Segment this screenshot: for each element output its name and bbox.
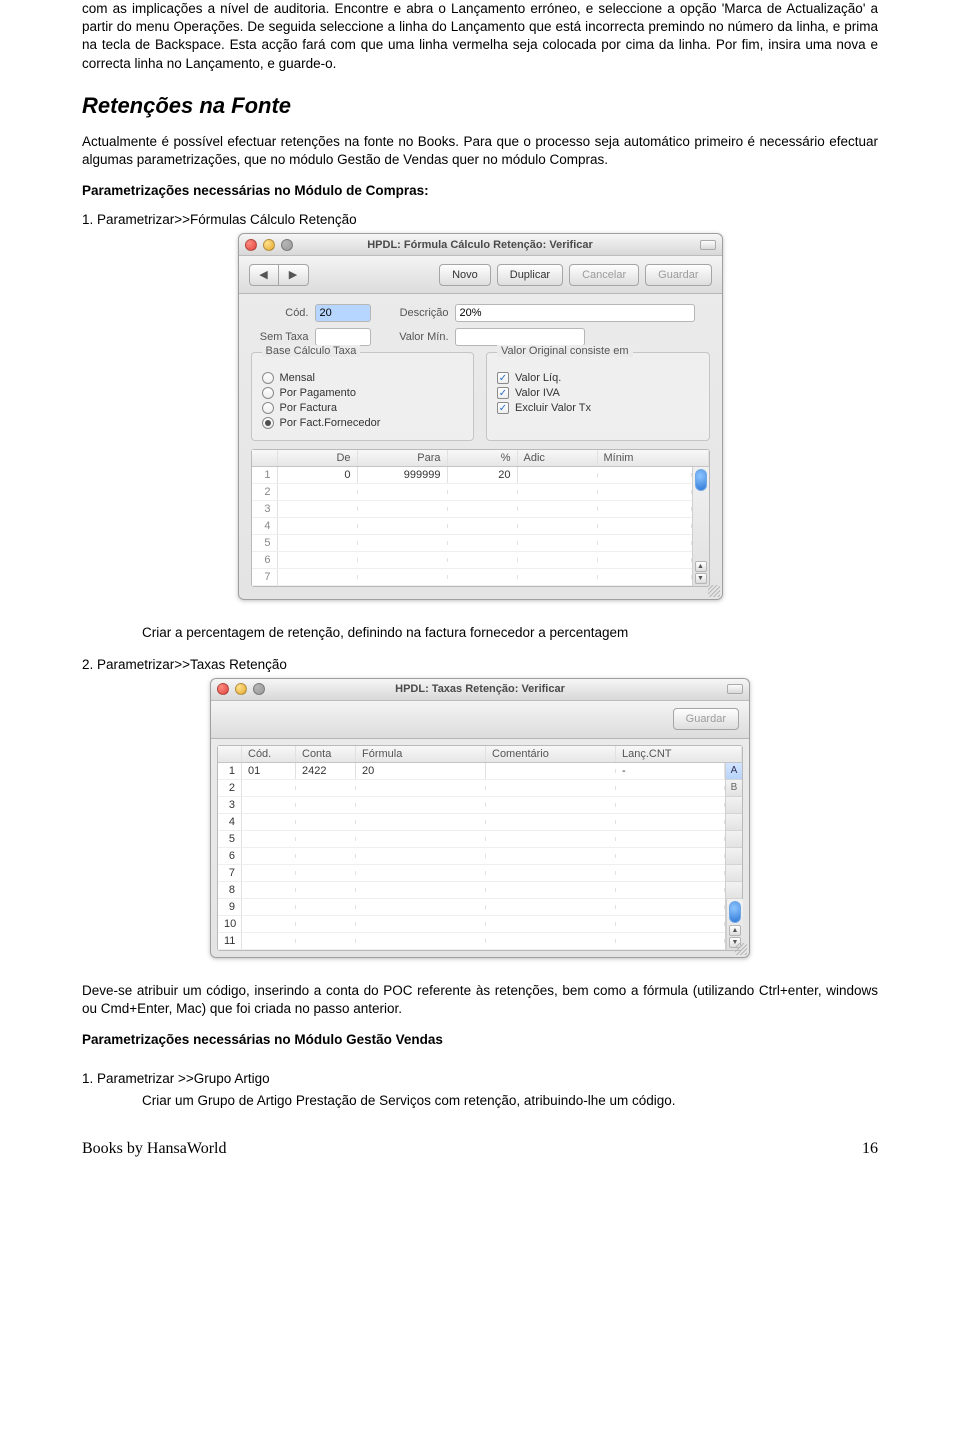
label-semtaxa: Sem Taxa: [251, 331, 309, 343]
grid-header: Cód. Conta Fórmula Comentário Lanç.CNT: [218, 746, 742, 763]
grid-row[interactable]: 4: [252, 518, 692, 535]
grid-row[interactable]: 7: [252, 569, 692, 586]
novo-button[interactable]: Novo: [439, 264, 491, 286]
titlebar[interactable]: HPDL: Fórmula Cálculo Retenção: Verifica…: [239, 234, 722, 256]
grid-row[interactable]: 2: [252, 484, 692, 501]
guardar-button[interactable]: Guardar: [645, 264, 711, 286]
resize-handle-icon[interactable]: [708, 585, 720, 597]
grid-row[interactable]: 6: [218, 848, 725, 865]
caption-1: Criar a percentagem de retenção, definin…: [142, 624, 878, 642]
scroll-up-icon[interactable]: ▲: [695, 561, 707, 572]
grid-row[interactable]: 7: [218, 865, 725, 882]
scroll-thumb[interactable]: [729, 901, 741, 923]
grid-row[interactable]: 101242220-: [218, 763, 725, 780]
window-title: HPDL: Fórmula Cálculo Retenção: Verifica…: [239, 239, 722, 251]
valormin-input[interactable]: [455, 328, 585, 346]
check-valor-iva[interactable]: ✓Valor IVA: [497, 387, 699, 399]
label-cod: Cód.: [251, 307, 309, 319]
group-valor-original: Valor Original consiste em ✓Valor Líq. ✓…: [486, 352, 710, 441]
grid-row[interactable]: 8: [218, 882, 725, 899]
grid-row[interactable]: 3: [218, 797, 725, 814]
side-column: A B ▲▼: [725, 763, 742, 950]
grid-row[interactable]: 6: [252, 552, 692, 569]
cod-input[interactable]: [315, 304, 371, 322]
scroll-thumb[interactable]: [695, 469, 707, 491]
grid-header: De Para % Adic Mínim: [252, 450, 709, 467]
radio-por-fact-fornecedor[interactable]: Por Fact.Fornecedor: [262, 417, 464, 429]
grid-escaloes[interactable]: De Para % Adic Mínim 1099999920 2 3 4 5 …: [251, 449, 710, 587]
grid-row[interactable]: 3: [252, 501, 692, 518]
grid-row[interactable]: 2: [218, 780, 725, 797]
scrollbar[interactable]: ▲▼: [692, 467, 709, 586]
grid-row[interactable]: 1099999920: [252, 467, 692, 484]
paragraph-3: Deve-se atribuir um código, inserindo a …: [82, 982, 878, 1018]
heading-vendas: Parametrizações necessárias no Módulo Ge…: [82, 1032, 878, 1047]
label-descricao: Descrição: [383, 307, 449, 319]
titlebar[interactable]: HPDL: Taxas Retenção: Verificar: [211, 679, 749, 701]
window-formula-retencao: HPDL: Fórmula Cálculo Retenção: Verifica…: [238, 233, 723, 600]
guardar-button[interactable]: Guardar: [673, 708, 739, 730]
toolbar: Guardar: [211, 701, 749, 739]
paragraph-2: Actualmente é possível efectuar retençõe…: [82, 133, 878, 169]
check-valor-liq[interactable]: ✓Valor Líq.: [497, 372, 699, 384]
radio-por-pagamento[interactable]: Por Pagamento: [262, 387, 464, 399]
step-2: 2. Parametrizar>>Taxas Retenção: [82, 657, 878, 672]
radio-mensal[interactable]: Mensal: [262, 372, 464, 384]
grid-row[interactable]: 9: [218, 899, 725, 916]
footer-left: Books by HansaWorld: [82, 1140, 226, 1158]
grid-row[interactable]: 10: [218, 916, 725, 933]
duplicar-button[interactable]: Duplicar: [497, 264, 563, 286]
grid-row[interactable]: 11: [218, 933, 725, 950]
group-base-calculo: Base Cálculo Taxa Mensal Por Pagamento P…: [251, 352, 475, 441]
resize-handle-icon[interactable]: [735, 943, 747, 955]
grid-row[interactable]: 4: [218, 814, 725, 831]
side-tab-a[interactable]: A: [726, 763, 742, 780]
toolbar: ◀ ▶ Novo Duplicar Cancelar Guardar: [239, 256, 722, 294]
heading-compras: Parametrizações necessárias no Módulo de…: [82, 183, 878, 198]
label-valormin: Valor Mín.: [383, 331, 449, 343]
nav-prev-button[interactable]: ◀: [249, 264, 279, 286]
scroll-up-icon[interactable]: ▲: [729, 925, 741, 936]
group-label: Base Cálculo Taxa: [262, 345, 361, 357]
window-title: HPDL: Taxas Retenção: Verificar: [211, 683, 749, 695]
grid-row[interactable]: 5: [218, 831, 725, 848]
paragraph-1: com as implicações a nível de auditoria.…: [82, 0, 878, 73]
cancelar-button[interactable]: Cancelar: [569, 264, 639, 286]
footer-page-number: 16: [862, 1140, 878, 1158]
descricao-input[interactable]: [455, 304, 695, 322]
scroll-down-icon[interactable]: ▼: [695, 573, 707, 584]
step-1: 1. Parametrizar>>Fórmulas Cálculo Retenç…: [82, 212, 878, 227]
semtaxa-input[interactable]: [315, 328, 371, 346]
caption-3: Criar um Grupo de Artigo Prestação de Se…: [142, 1092, 878, 1110]
grid-taxas[interactable]: Cód. Conta Fórmula Comentário Lanç.CNT 1…: [217, 745, 743, 951]
heading-retencoes: Retenções na Fonte: [82, 93, 878, 119]
group-label: Valor Original consiste em: [497, 345, 633, 357]
check-excluir-valor-tx[interactable]: ✓Excluir Valor Tx: [497, 402, 699, 414]
step-3: 1. Parametrizar >>Grupo Artigo: [82, 1071, 878, 1086]
grid-row[interactable]: 5: [252, 535, 692, 552]
nav-next-button[interactable]: ▶: [279, 264, 309, 286]
radio-por-factura[interactable]: Por Factura: [262, 402, 464, 414]
side-tab-b[interactable]: B: [726, 780, 742, 797]
window-taxas-retencao: HPDL: Taxas Retenção: Verificar Guardar …: [210, 678, 750, 958]
